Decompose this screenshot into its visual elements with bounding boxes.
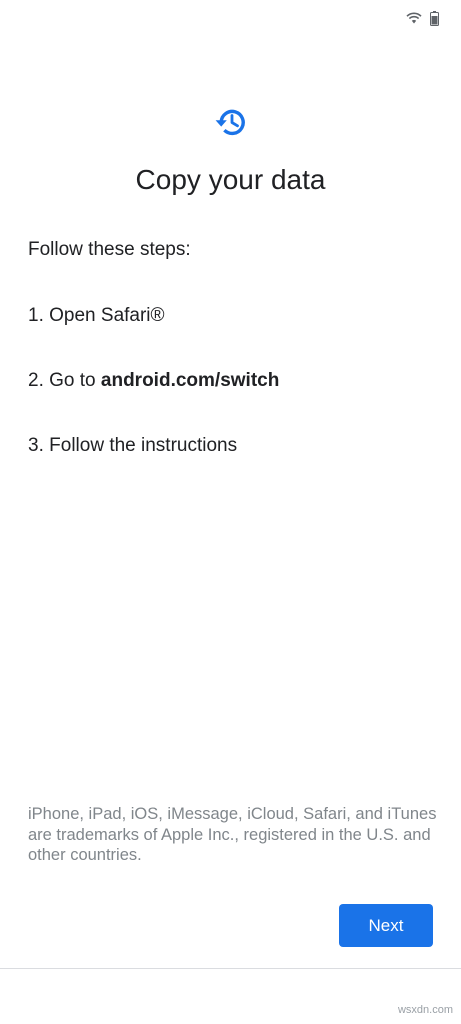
trademark-disclaimer: iPhone, iPad, iOS, iMessage, iCloud, Saf… <box>28 805 437 864</box>
step-item: 3. Follow the instructions <box>28 432 237 460</box>
step-text: Follow the instructions <box>49 435 238 456</box>
wifi-icon <box>406 11 422 25</box>
steps-intro: Follow these steps: <box>28 239 191 260</box>
step-number: 2. <box>28 370 44 391</box>
step-text: Go to <box>49 370 96 391</box>
page-title: Copy your data <box>135 164 326 195</box>
status-bar <box>406 8 439 28</box>
next-button[interactable]: Next <box>339 904 433 947</box>
step-item: 1. Open Safari® <box>28 302 165 330</box>
battery-icon <box>430 10 439 26</box>
switch-url: android.com/switch <box>100 370 280 391</box>
step-number: 1. <box>28 305 44 326</box>
restore-history-icon <box>213 104 249 140</box>
step-number: 3. <box>28 435 44 456</box>
watermark: wsxdn.com <box>397 1004 453 1016</box>
step-text: Open Safari® <box>49 305 165 326</box>
step-item: 2. Go to android.com/switch <box>28 367 279 395</box>
bottom-divider <box>0 968 461 969</box>
copy-data-screen: Copy your data Follow these steps: 1. Op… <box>0 0 461 1024</box>
